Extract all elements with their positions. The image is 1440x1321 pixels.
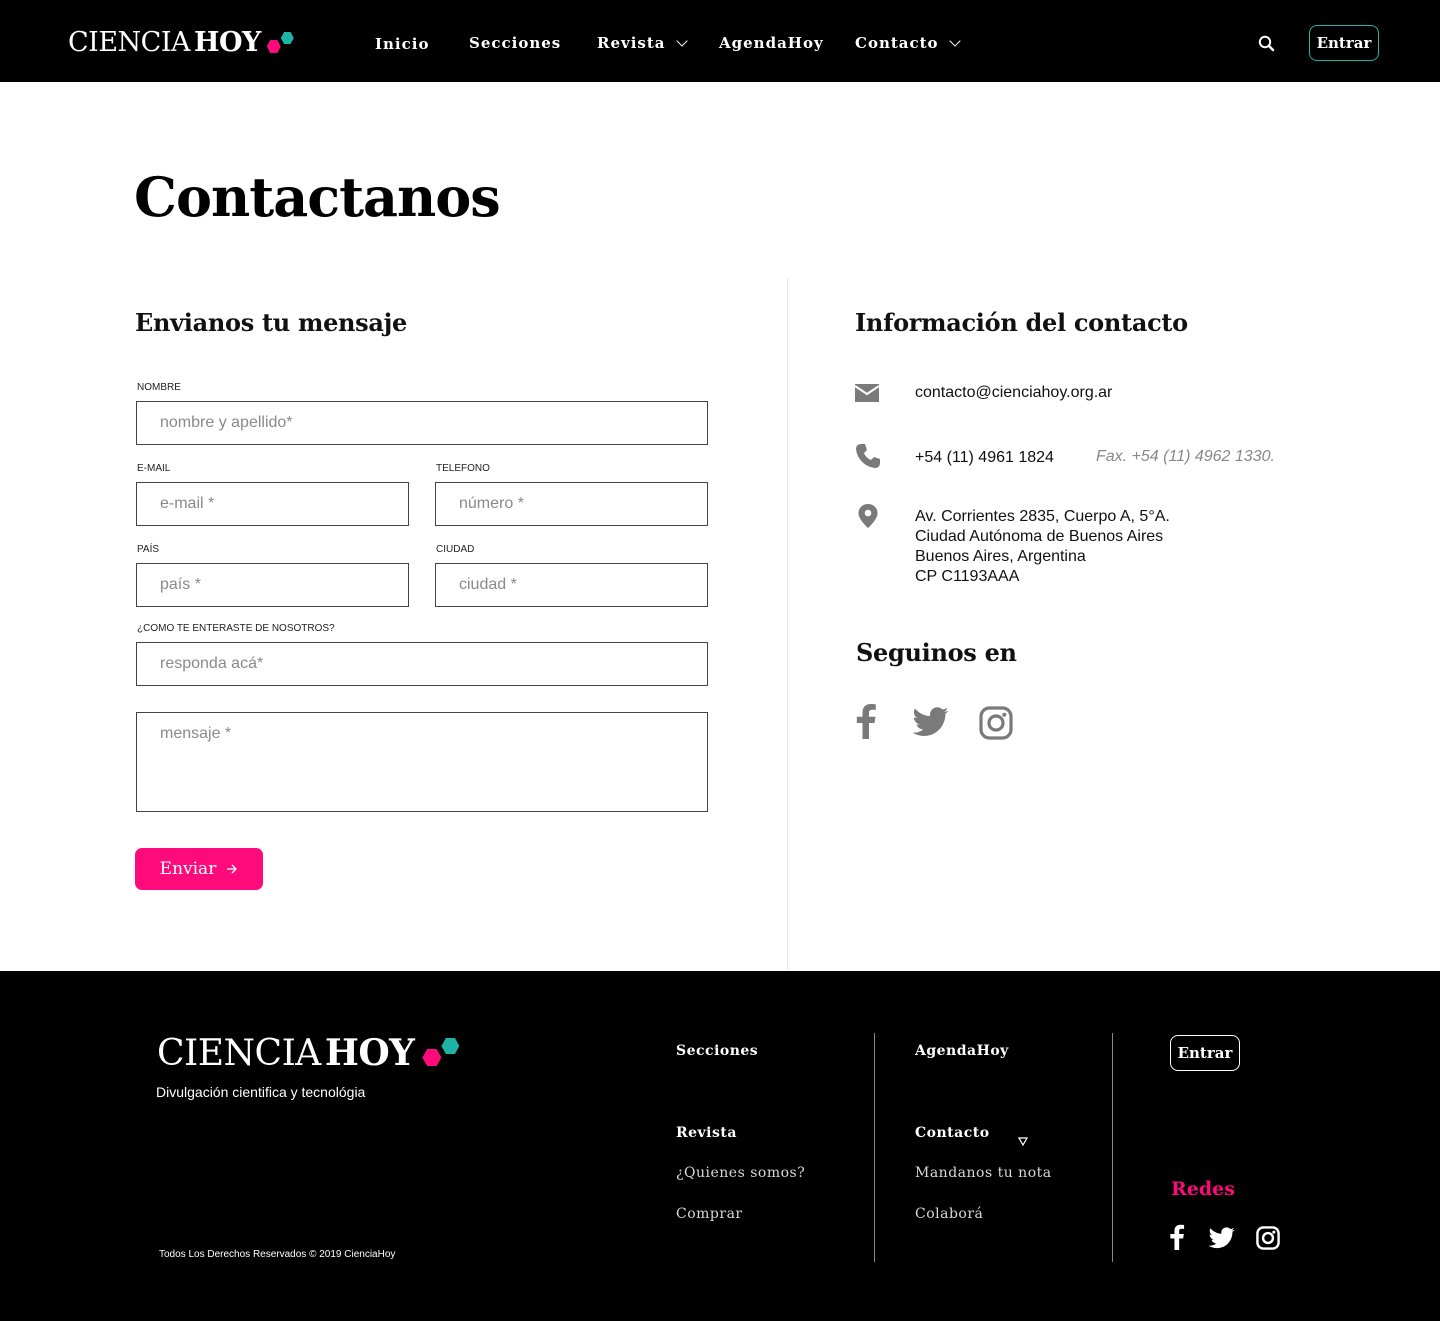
address-line-1: Av. Corrientes 2835, Cuerpo A, 5°A.: [915, 508, 1170, 525]
como-input[interactable]: [136, 642, 708, 686]
nav-item-label: Secciones: [469, 34, 562, 52]
form-heading: Envianos tu mensaje: [135, 308, 407, 337]
mensaje-textarea[interactable]: [136, 712, 708, 812]
footer-link-mandanos-nota[interactable]: Mandanos tu nota: [915, 1165, 1052, 1181]
footer-link-secciones[interactable]: Secciones: [676, 1043, 758, 1059]
address-line-2: Ciudad Autónoma de Buenos Aires: [915, 528, 1164, 545]
contact-address: Av. Corrientes 2835, Cuerpo A, 5°A. Ciud…: [915, 507, 1170, 587]
mail-icon: [854, 382, 881, 408]
telefono-input[interactable]: [435, 482, 708, 526]
nav-item-secciones[interactable]: Secciones: [469, 34, 561, 52]
location-pin-icon: [857, 503, 883, 529]
nav-item-agendahoy[interactable]: AgendaHoy: [719, 34, 824, 52]
send-button-label: Enviar: [159, 859, 217, 879]
pais-label: PAÍS: [137, 544, 160, 555]
address-line-3: Buenos Aires, Argentina: [915, 548, 1086, 565]
logo-word-hoy: HOY: [193, 27, 261, 58]
logo-word-ciencia: CIENCIA: [157, 1033, 321, 1074]
logo-hexagons: [422, 1035, 462, 1066]
contact-fax: Fax. +54 (11) 4962 1330.: [1096, 448, 1275, 465]
nav-item-inicio[interactable]: Inicio: [375, 35, 429, 53]
instagram-icon[interactable]: [1256, 1226, 1280, 1255]
facebook-icon[interactable]: [855, 703, 877, 744]
footer-divider: [1112, 1033, 1113, 1262]
social-heading: Seguinos en: [856, 638, 1017, 667]
logo-hexagons: [266, 29, 297, 53]
teal-hexagon-icon: [441, 1038, 460, 1054]
address-line-4: CP C1193AAA: [915, 568, 1020, 585]
triangle-down-icon[interactable]: [1017, 1133, 1029, 1147]
teal-hexagon-icon: [280, 32, 294, 44]
twitter-icon[interactable]: [1208, 1227, 1235, 1254]
footer-link-revista[interactable]: Revista: [676, 1125, 737, 1141]
contact-phone[interactable]: +54 (11) 4961 1824: [915, 448, 1054, 468]
nav-item-label: AgendaHoy: [719, 34, 824, 52]
instagram-icon[interactable]: [979, 706, 1013, 745]
footer-link-contacto[interactable]: Contacto: [915, 1125, 990, 1141]
twitter-icon[interactable]: [912, 707, 949, 742]
pink-hexagon-icon: [422, 1049, 442, 1066]
facebook-icon[interactable]: [1169, 1224, 1185, 1255]
como-label: ¿COMO TE ENTERASTE DE NOSOTROS?: [137, 623, 335, 634]
logo-word-ciencia: CIENCIA: [68, 27, 190, 58]
chevron-down-icon: [675, 35, 688, 47]
phone-icon: [855, 443, 881, 469]
nombre-input[interactable]: [136, 401, 708, 445]
footer-tagline: Divulgación cientifica y tecnológia: [156, 1084, 366, 1100]
site-logo[interactable]: CIENCIA HOY: [68, 27, 297, 58]
arrow-right-icon: [227, 864, 238, 874]
ciudad-label: CIUDAD: [436, 544, 475, 555]
nombre-label: NOMBRE: [137, 382, 181, 393]
footer-login-button[interactable]: Entrar: [1170, 1035, 1240, 1071]
login-button[interactable]: Entrar: [1309, 25, 1379, 61]
footer-logo[interactable]: CIENCIA HOY: [157, 1032, 462, 1074]
nav-item-label: Inicio: [375, 35, 430, 53]
send-button[interactable]: Enviar: [135, 848, 263, 890]
contact-email[interactable]: contacto@cienciahoy.org.ar: [915, 383, 1112, 403]
email-input[interactable]: [136, 482, 409, 526]
copyright: Todos Los Derechos Reservados © 2019 Cie…: [159, 1249, 396, 1260]
pink-hexagon-icon: [266, 40, 281, 53]
telefono-label: TELEFONO: [436, 463, 490, 474]
chevron-down-icon: [948, 35, 961, 47]
footer-link-colabora[interactable]: Colaborá: [915, 1206, 983, 1222]
footer-divider: [874, 1033, 875, 1262]
pais-input[interactable]: [136, 563, 409, 607]
logo-word-hoy: HOY: [324, 1032, 415, 1074]
nav-item-label: Contacto: [855, 34, 939, 52]
nav-item-contacto[interactable]: Contacto: [855, 34, 961, 52]
search-icon[interactable]: [1257, 34, 1277, 54]
email-label: E-MAIL: [137, 463, 171, 474]
nav-item-revista[interactable]: Revista: [597, 34, 688, 52]
info-heading: Información del contacto: [855, 308, 1188, 337]
footer-link-agendahoy[interactable]: AgendaHoy: [915, 1043, 1009, 1059]
redes-heading: Redes: [1171, 1178, 1235, 1200]
page-title: Contactanos: [134, 165, 501, 229]
ciudad-input[interactable]: [435, 563, 708, 607]
nav-item-label: Revista: [597, 34, 666, 52]
footer: [0, 971, 1440, 1321]
footer-link-quienes-somos[interactable]: ¿Quienes somos?: [676, 1165, 805, 1181]
footer-link-comprar[interactable]: Comprar: [676, 1206, 743, 1222]
column-divider: [787, 278, 788, 970]
